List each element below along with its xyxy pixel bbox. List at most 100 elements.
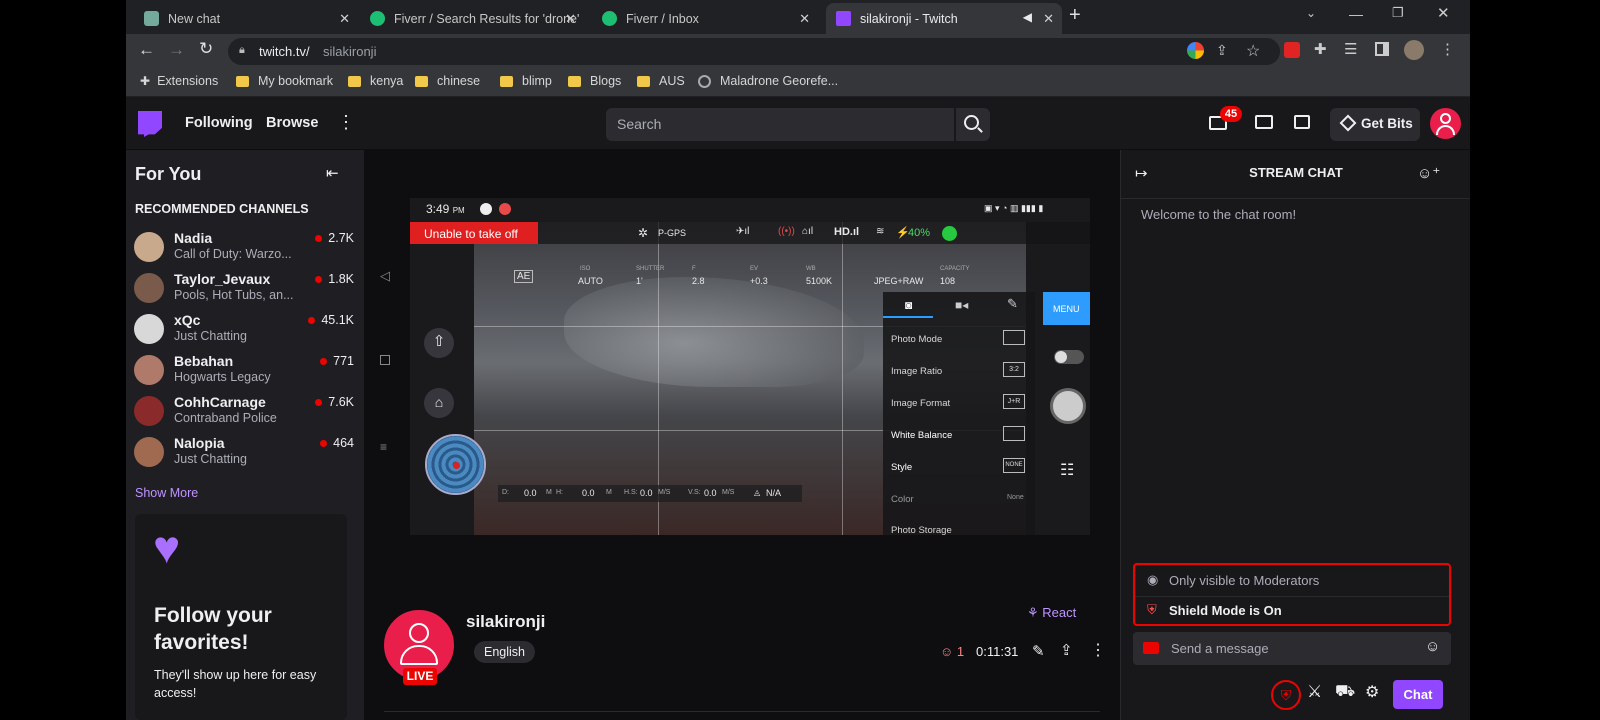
nav-following[interactable]: Following [185,115,253,131]
nav-recents-icon[interactable]: ≡ [380,440,387,454]
channel-points-icon[interactable] [1143,642,1159,654]
mute-icon[interactable]: ◀︎ [1023,10,1032,24]
whispers-icon[interactable] [1294,115,1310,129]
menu-color[interactable]: Color [891,494,914,505]
rc-signal-icon: ((•)) [778,226,795,237]
bookmark-maladrone[interactable]: Maladrone Georefe... [698,74,838,88]
search-input[interactable]: Search [606,108,954,141]
settings-sliders-icon[interactable]: ☷ [1060,460,1074,480]
get-bits-button[interactable]: Get Bits [1330,108,1420,141]
emote-picker-icon[interactable]: ☺ [1425,638,1440,655]
avatar-body [400,645,438,665]
profile-avatar[interactable] [1404,40,1424,60]
nav-browse[interactable]: Browse [266,115,318,131]
warning-banner: Unable to take off [410,222,538,244]
menu-photo-storage[interactable]: Photo Storage [891,525,952,536]
return-home-icon[interactable]: ⌂ [424,388,454,418]
menu-image-ratio[interactable]: Image Ratio [891,366,942,377]
menu-style[interactable]: Style [891,462,912,473]
channel-name[interactable]: silakironji [466,612,545,632]
chat-input[interactable]: Send a message ☺ [1133,632,1451,665]
menu-photo-mode[interactable]: Photo Mode [891,334,942,345]
bookmark-star-icon[interactable]: ☆ [1246,41,1260,61]
extensions-puzzle-icon[interactable]: ✚ [1314,40,1327,58]
twitch-logo-icon[interactable] [138,111,162,137]
close-tab-icon[interactable]: ✕ [799,11,810,27]
forward-icon[interactable]: → [168,40,185,60]
video-tab-icon[interactable]: ■◂ [955,298,968,312]
user-avatar[interactable] [1430,108,1461,139]
share-icon[interactable]: ⇪ [1216,42,1228,59]
mod-sword-icon[interactable]: ⚔ [1307,682,1322,702]
bookmark-blogs[interactable]: Blogs [568,74,621,88]
channel-avatar [134,355,164,385]
ae-lock[interactable]: AE [514,270,534,283]
menu-button[interactable]: MENU [1043,292,1090,325]
channel-bebahan[interactable]: Bebahan Hogwarts Legacy 771 [134,351,354,389]
nav-home-icon[interactable] [380,355,390,365]
bookmark-aus[interactable]: AUS [637,74,685,88]
menu-image-format[interactable]: Image Format [891,398,950,409]
address-bar[interactable]: 🔒︎ twitch.tv/ silakironji ⇪ ☆ [228,38,1280,65]
playlist-icon[interactable]: ☰ [1344,40,1357,58]
inbox-icon[interactable] [1255,115,1273,129]
tab-twitch[interactable]: silakironji - Twitch ◀︎ ✕ [826,3,1062,34]
search-button[interactable] [956,108,990,141]
more-options-icon[interactable]: ⋮ [1090,640,1106,660]
react-button[interactable]: ⚘ React [1027,605,1076,621]
minimize-icon[interactable]: — [1349,6,1363,22]
more-icon[interactable]: ⋮ [337,112,355,133]
bookmark-extensions[interactable]: ✚ Extensions [140,74,218,88]
photo-video-toggle[interactable] [1054,350,1084,364]
bookmark-kenya[interactable]: kenya [348,74,403,88]
sidebar-heading: For You [135,164,202,184]
tab-fiverr-inbox[interactable]: Fiverr / Inbox ✕ [592,3,816,34]
language-tag[interactable]: English [474,641,535,663]
send-chat-button[interactable]: Chat [1393,680,1443,709]
kebab-menu-icon[interactable]: ⋮ [1440,40,1455,58]
channel-avatar [134,273,164,303]
takeoff-icon[interactable]: ⇧ [424,328,454,358]
google-icon[interactable] [1187,42,1204,59]
edit-pencil-icon[interactable]: ✎ [1032,642,1045,660]
nav-back-icon[interactable]: ◁ [380,268,390,284]
side-panel-icon[interactable] [1375,42,1389,56]
settings-gear-icon[interactable]: ⚙ [1365,682,1379,702]
shield-mode-button[interactable]: ⛨ [1271,680,1301,710]
tab-fiverr-search[interactable]: Fiverr / Search Results for 'drone' ✕ [360,3,584,34]
shutter-button[interactable] [1050,388,1086,424]
video-player[interactable]: 3:49 PM ▣ ▾ ◔ ▥ ▮▮▮ ▮ Unable to take off… [364,150,1120,586]
bookmark-chinese[interactable]: chinese [415,74,480,88]
channel-nalopia[interactable]: Nalopia Just Chatting 464 [134,433,354,471]
tab-new-chat[interactable]: New chat ✕ [134,3,358,34]
channel-taylor-jevaux[interactable]: Taylor_Jevaux Pools, Hot Tubs, an... 1.8K [134,269,354,307]
bookmark-my-bookmark[interactable]: My bookmark [236,74,333,88]
back-icon[interactable]: ← [138,40,155,60]
cart-icon[interactable]: ⛟ [1335,682,1355,702]
community-icon[interactable]: ☺⁺ [1417,164,1440,182]
stream-uptime: 0:11:31 [976,644,1019,659]
bookmark-label: Blogs [590,74,622,88]
show-more-link[interactable]: Show More [135,486,198,500]
photo-tab-icon[interactable]: ◙ [905,298,912,312]
menu-white-balance[interactable]: White Balance [891,430,952,441]
telemetry-h-label: H: [556,489,563,496]
extension-red-icon[interactable] [1284,42,1300,58]
share-icon[interactable]: ⇪ [1060,641,1073,659]
close-tab-icon[interactable]: ✕ [565,11,576,27]
channel-game: Call of Duty: Warzo... [174,247,292,261]
channel-xqc[interactable]: xQc Just Chatting 45.1K [134,310,354,348]
close-tab-icon[interactable]: ✕ [339,11,350,27]
channel-cohhcarnage[interactable]: CohhCarnage Contraband Police 7.6K [134,392,354,430]
folder-icon [568,75,581,87]
channel-nadia[interactable]: Nadia Call of Duty: Warzo... 2.7K [134,228,354,266]
new-tab-button[interactable]: + [1069,4,1081,27]
tab-search-icon[interactable]: ⌄ [1306,6,1316,20]
wrench-tab-icon[interactable]: ✎ [1007,296,1018,312]
reload-icon[interactable]: ↻ [199,39,213,59]
close-tab-icon[interactable]: ✕ [1043,11,1054,27]
restore-icon[interactable]: ❐ [1392,5,1404,21]
close-window-icon[interactable]: ✕ [1437,4,1450,22]
bookmark-blimp[interactable]: blimp [500,74,552,88]
collapse-sidebar-icon[interactable]: ⇤ [326,164,339,182]
